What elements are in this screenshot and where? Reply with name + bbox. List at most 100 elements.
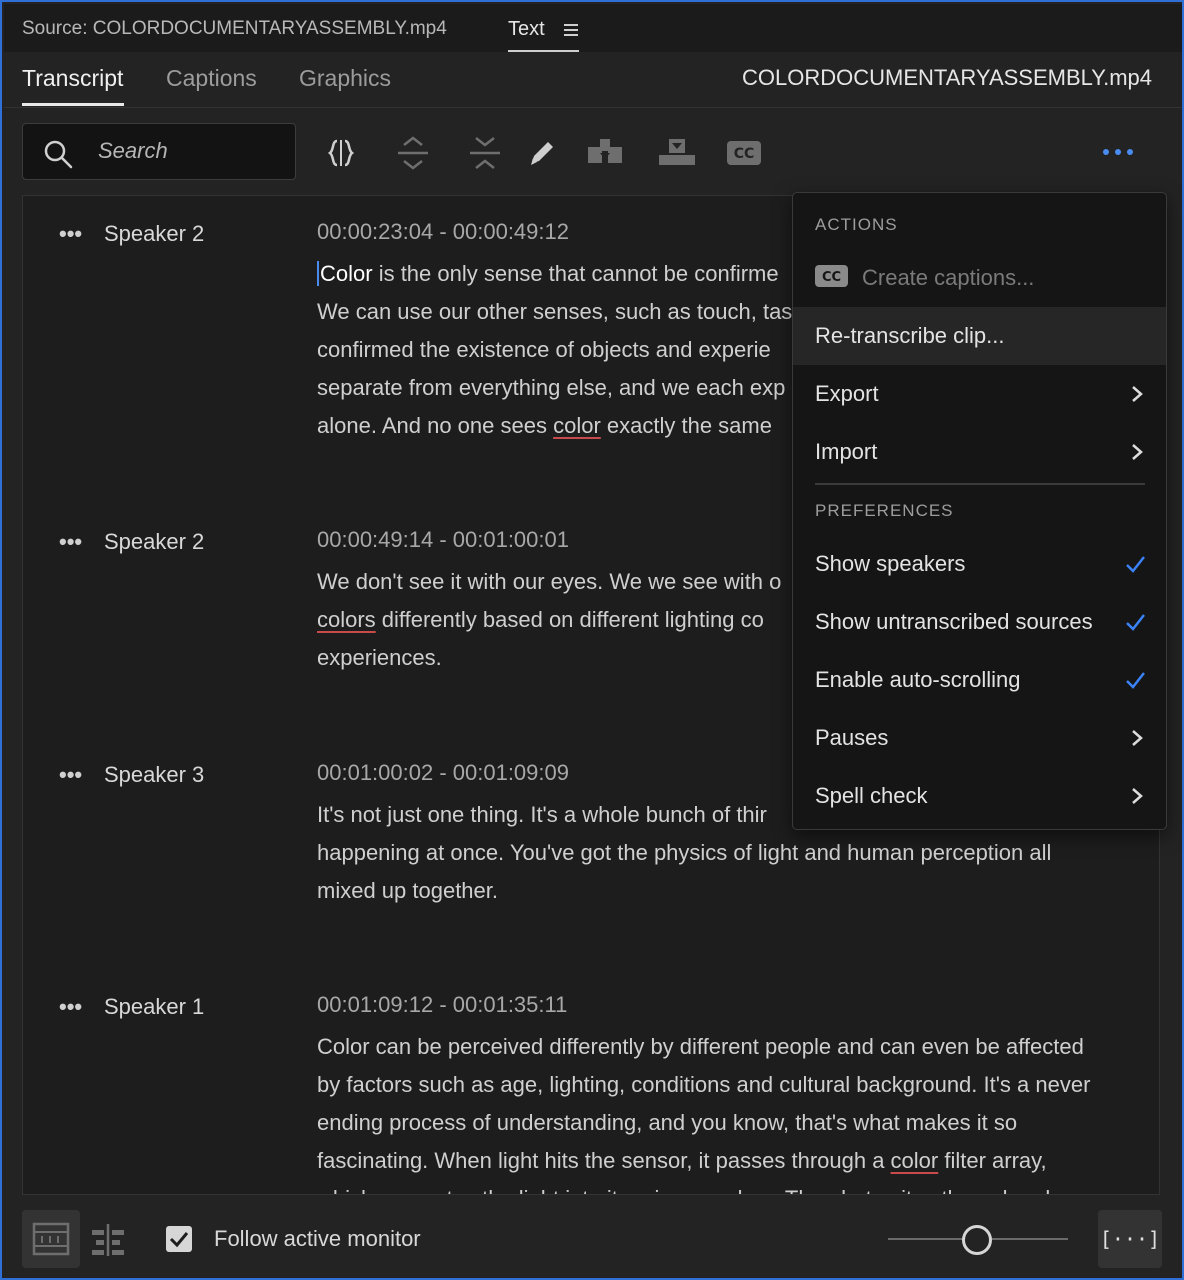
- timeline-tracks-icon: [92, 1224, 124, 1256]
- transcript-text: is the only sense that cannot be confirm…: [372, 261, 779, 286]
- tab-graphics[interactable]: Graphics: [299, 65, 391, 92]
- tabs-row: Transcript Captions Graphics COLORDOCUME…: [4, 52, 1182, 108]
- edit-pencil-icon[interactable]: [522, 133, 562, 173]
- misspelled-word: colors: [317, 607, 376, 632]
- sequence-view-button[interactable]: [22, 1210, 80, 1268]
- speaker-label[interactable]: Speaker 3: [104, 762, 204, 788]
- hamburger-menu-icon[interactable]: [564, 24, 578, 36]
- transcript-text: Color can be perceived differently by di…: [317, 1034, 1084, 1059]
- source-title: Source: COLORDOCUMENTARYASSEMBLY.mp4: [22, 18, 447, 39]
- collapse-segments-icon[interactable]: [465, 133, 505, 173]
- zoom-slider-thumb[interactable]: [962, 1225, 992, 1255]
- transcript-text: We don't see it with our eyes. We we see…: [317, 569, 782, 594]
- search-input[interactable]: [98, 136, 283, 166]
- chevron-right-icon: [1132, 444, 1143, 460]
- transcript-text: separate from everything else, and we ea…: [317, 375, 786, 400]
- segment-timecode: 00:00:23:04 - 00:00:49:12: [317, 219, 569, 244]
- transcript-text: It's not just one thing. It's a whole bu…: [317, 802, 767, 827]
- menu-label: Re-transcribe clip...: [815, 323, 1005, 348]
- tab-transcript[interactable]: Transcript: [22, 65, 123, 92]
- misspelled-word: color: [553, 413, 601, 438]
- svg-text:CC: CC: [734, 146, 755, 162]
- menu-label: Pauses: [815, 725, 889, 750]
- insert-icon[interactable]: [586, 133, 626, 173]
- menu-item-show-untranscribed[interactable]: Show untranscribed sources: [793, 593, 1166, 651]
- source-view-button[interactable]: [88, 1220, 128, 1260]
- more-options-icon[interactable]: [1098, 142, 1138, 162]
- menu-item-spell-check[interactable]: Spell check: [793, 767, 1166, 825]
- search-box[interactable]: [22, 123, 296, 180]
- captions-icon: CC: [815, 265, 848, 287]
- menu-label: Create captions...: [862, 265, 1035, 290]
- active-tab-underline: [22, 103, 124, 106]
- menu-item-pauses[interactable]: Pauses: [793, 709, 1166, 767]
- speaker-label[interactable]: Speaker 2: [104, 221, 204, 247]
- expand-segments-icon[interactable]: [393, 133, 433, 173]
- misspelled-word: color: [890, 1148, 939, 1173]
- transcript-text: experiences.: [317, 645, 442, 670]
- segment-timecode: 00:01:09:12 - 00:01:35:11: [317, 992, 568, 1017]
- expand-button[interactable]: [···]: [1098, 1210, 1162, 1268]
- transcript-text: differently based on different lighting …: [375, 607, 764, 632]
- chevron-right-icon: [1132, 730, 1143, 746]
- menu-header-preferences: PREFERENCES: [815, 501, 954, 520]
- menu-label: Show speakers: [815, 551, 966, 576]
- menu-label: Spell check: [815, 783, 928, 808]
- svg-text:CC: CC: [822, 270, 841, 285]
- menu-label: Export: [815, 381, 879, 406]
- segment-options-icon[interactable]: •••: [59, 221, 82, 247]
- chevron-right-icon: [1132, 386, 1143, 402]
- source-bar: Source: COLORDOCUMENTARYASSEMBLY.mp4 Tex…: [4, 4, 1182, 52]
- speaker-label[interactable]: Speaker 2: [104, 529, 204, 555]
- chevron-right-icon: [1132, 788, 1143, 804]
- transcript-text: We can use our other senses, such as tou…: [317, 299, 793, 324]
- segment-options-icon[interactable]: •••: [59, 994, 82, 1020]
- checkmark-icon: [1126, 672, 1145, 689]
- transcript-text: alone. And no one sees: [317, 413, 554, 438]
- transcript-text: which separates the light into its prima…: [317, 1186, 1058, 1194]
- text-panel-frame: Source: COLORDOCUMENTARYASSEMBLY.mp4 Tex…: [0, 0, 1184, 1280]
- menu-label: Show untranscribed sources: [815, 609, 1093, 634]
- captions-icon[interactable]: CC: [724, 133, 764, 173]
- menu-item-export[interactable]: Export: [793, 365, 1166, 423]
- menu-label: Enable auto-scrolling: [815, 667, 1021, 692]
- menu-label: Import: [815, 439, 878, 464]
- transcript-line: happening at once. You've got the physic…: [317, 834, 1132, 872]
- segment-text[interactable]: Color can be perceived differently by di…: [317, 1028, 1132, 1194]
- menu-item-auto-scrolling[interactable]: Enable auto-scrolling: [793, 651, 1166, 709]
- transcript-text: exactly the same: [600, 413, 772, 438]
- transcript-options-menu: ACTIONS CC Create captions... Re-transcr…: [792, 192, 1167, 830]
- transcript-text: ending process of understanding, and you…: [317, 1110, 1018, 1135]
- transcript-line: by factors such as age, lighting, condit…: [317, 1066, 1132, 1104]
- transcript-line: mixed up together.: [317, 872, 1132, 910]
- transcript-text: fascinating. When light hits the sensor,…: [317, 1148, 891, 1173]
- menu-item-create-captions: CC Create captions...: [793, 249, 1166, 307]
- text-panel-tab[interactable]: Text: [508, 16, 579, 52]
- follow-monitor-label: Follow active monitor: [214, 1226, 421, 1251]
- search-icon: [44, 140, 73, 169]
- transcript-text: mixed up together.: [317, 878, 499, 903]
- follow-monitor-checkbox[interactable]: [166, 1226, 192, 1252]
- split-segment-icon[interactable]: [321, 133, 361, 173]
- menu-item-retranscribe[interactable]: Re-transcribe clip...: [793, 307, 1166, 365]
- transcript-text: by factors such as age, lighting, condit…: [317, 1072, 1091, 1097]
- speaker-label[interactable]: Speaker 1: [104, 994, 204, 1020]
- overwrite-icon[interactable]: [657, 133, 697, 173]
- menu-divider: [815, 483, 1145, 485]
- bottom-bar: Follow active monitor [···]: [4, 1200, 1182, 1278]
- text-panel-tab-label: Text: [508, 18, 545, 40]
- transcript-line: Color can be perceived differently by di…: [317, 1028, 1132, 1066]
- segment-options-icon[interactable]: •••: [59, 762, 82, 788]
- film-timeline-icon: [32, 1222, 70, 1256]
- menu-item-import[interactable]: Import: [793, 423, 1166, 481]
- file-name: COLORDOCUMENTARYASSEMBLY.mp4: [742, 65, 1152, 90]
- transcript-line: ending process of understanding, and you…: [317, 1104, 1132, 1142]
- checkmark-icon: [1126, 614, 1145, 631]
- transcript-line: which separates the light into its prima…: [317, 1180, 1132, 1194]
- cursor-word: Color: [317, 261, 373, 286]
- menu-item-show-speakers[interactable]: Show speakers: [793, 535, 1166, 593]
- segment-timecode: 00:01:00:02 - 00:01:09:09: [317, 760, 569, 785]
- segment-options-icon[interactable]: •••: [59, 529, 82, 555]
- transcript-text: happening at once. You've got the physic…: [317, 840, 1052, 865]
- tab-captions[interactable]: Captions: [166, 65, 257, 92]
